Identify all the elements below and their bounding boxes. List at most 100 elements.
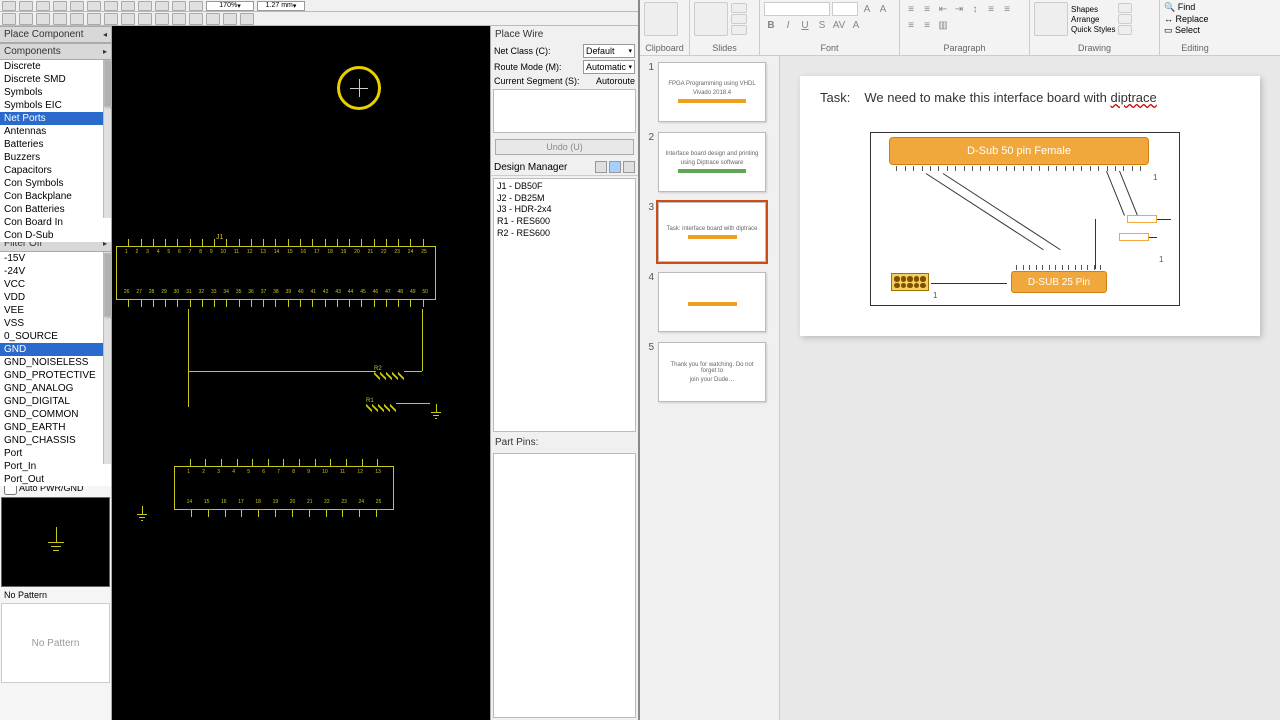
zoom-field[interactable]: 170%▾ bbox=[206, 1, 254, 11]
wire[interactable] bbox=[396, 403, 430, 404]
dm-item[interactable]: R2 - RES600 bbox=[497, 228, 632, 240]
part-item[interactable]: GND_CHASSIS bbox=[0, 434, 111, 447]
new-slide-button[interactable] bbox=[694, 2, 728, 36]
section-icon[interactable] bbox=[731, 25, 747, 35]
header-connector-shape[interactable] bbox=[891, 273, 929, 291]
dm-view-icon[interactable] bbox=[609, 161, 621, 173]
zoom-in-icon[interactable] bbox=[189, 1, 203, 11]
indent-dec-icon[interactable]: ⇤ bbox=[936, 2, 950, 16]
redo-icon[interactable] bbox=[155, 1, 169, 11]
tool-icon[interactable] bbox=[240, 13, 254, 25]
connector-j2[interactable]: 12345678910111213 1415161718192021222324… bbox=[174, 466, 394, 510]
numbering-icon[interactable]: ≡ bbox=[920, 2, 934, 16]
part-item[interactable]: VDD bbox=[0, 291, 111, 304]
bullets-icon[interactable]: ≡ bbox=[904, 2, 918, 16]
tool-icon[interactable] bbox=[87, 13, 101, 25]
dm-item[interactable]: J3 - HDR-2x4 bbox=[497, 204, 632, 216]
slide-thumbnail[interactable]: Interface board design and printingusing… bbox=[658, 132, 766, 192]
resistor-r2[interactable]: R2 bbox=[374, 366, 404, 380]
paste-button[interactable] bbox=[644, 2, 678, 36]
cut-icon[interactable] bbox=[87, 1, 101, 11]
category-item[interactable]: Con Symbols bbox=[0, 177, 111, 190]
tool-icon[interactable] bbox=[223, 13, 237, 25]
part-item[interactable]: Port_Out bbox=[0, 473, 111, 486]
paste-icon[interactable] bbox=[121, 1, 135, 11]
place-component-header[interactable]: Place Component◂ bbox=[0, 26, 111, 43]
slide-thumbnail[interactable]: FPGA Programming using VHDLVivado 2018.4 bbox=[658, 62, 766, 122]
part-item[interactable]: -24V bbox=[0, 265, 111, 278]
gnd-icon[interactable] bbox=[136, 506, 148, 524]
dm-item[interactable]: R1 - RES600 bbox=[497, 216, 632, 228]
category-item[interactable]: Net Ports bbox=[0, 112, 111, 125]
undo-icon[interactable] bbox=[138, 1, 152, 11]
grow-font-icon[interactable]: A bbox=[860, 2, 874, 16]
net-class-dropdown[interactable]: Default▾ bbox=[583, 44, 635, 58]
category-item[interactable]: Con Board In bbox=[0, 216, 111, 229]
replace-button[interactable]: ↔ Replace bbox=[1164, 14, 1209, 24]
part-item[interactable]: VCC bbox=[0, 278, 111, 291]
grid-field[interactable]: 1.27 mm▾ bbox=[257, 1, 305, 11]
line-spacing-icon[interactable]: ↕ bbox=[968, 2, 982, 16]
resistor-r1[interactable]: R1 bbox=[366, 398, 396, 412]
scrollbar[interactable] bbox=[103, 60, 111, 218]
select-button[interactable]: ▭ Select bbox=[1164, 25, 1200, 36]
dm-view-icon[interactable] bbox=[595, 161, 607, 173]
category-item[interactable]: Buzzers bbox=[0, 151, 111, 164]
new-icon[interactable] bbox=[2, 1, 16, 11]
connector-j1[interactable]: 1234567891011121314151617181920212223242… bbox=[116, 246, 436, 300]
shape-effects-icon[interactable] bbox=[1118, 25, 1132, 35]
shrink-font-icon[interactable]: A bbox=[876, 2, 890, 16]
components-category-list[interactable]: DiscreteDiscrete SMDSymbolsSymbols EICNe… bbox=[0, 60, 111, 242]
indent-inc-icon[interactable]: ⇥ bbox=[952, 2, 966, 16]
align-right-icon[interactable]: ≡ bbox=[904, 18, 918, 32]
category-item[interactable]: Capacitors bbox=[0, 164, 111, 177]
category-item[interactable]: Con Backplane bbox=[0, 190, 111, 203]
tool-icon[interactable] bbox=[70, 13, 84, 25]
wire[interactable] bbox=[188, 371, 376, 372]
columns-icon[interactable]: ▥ bbox=[936, 18, 950, 32]
shapes-button[interactable] bbox=[1034, 2, 1068, 36]
dm-view-icon[interactable] bbox=[623, 161, 635, 173]
italic-icon[interactable]: I bbox=[781, 18, 795, 32]
print-icon[interactable] bbox=[53, 1, 67, 11]
shadow-icon[interactable]: AV bbox=[832, 18, 846, 32]
tool-icon[interactable] bbox=[53, 13, 67, 25]
part-item[interactable]: GND_ANALOG bbox=[0, 382, 111, 395]
align-left-icon[interactable]: ≡ bbox=[984, 2, 998, 16]
shapes-label[interactable]: Shapes bbox=[1071, 5, 1115, 14]
tool-icon[interactable] bbox=[104, 13, 118, 25]
part-item[interactable]: VSS bbox=[0, 317, 111, 330]
scrollbar[interactable] bbox=[103, 252, 111, 464]
wire[interactable] bbox=[404, 371, 422, 372]
dm-item[interactable]: J2 - DB25M bbox=[497, 193, 632, 205]
dsub50-shape[interactable]: D-Sub 50 pin Female bbox=[889, 137, 1149, 165]
parts-list[interactable]: -15V-24VVCCVDDVEEVSS0_SOURCEGNDGND_NOISE… bbox=[0, 252, 111, 486]
slide-thumbnail[interactable]: Thank you for watching. Do not forget to… bbox=[658, 342, 766, 402]
tool-icon[interactable] bbox=[121, 13, 135, 25]
open-icon[interactable] bbox=[19, 1, 33, 11]
dsub25-shape[interactable]: D-SUB 25 Pin bbox=[1011, 271, 1107, 293]
category-item[interactable]: Symbols bbox=[0, 86, 111, 99]
category-item[interactable]: Con D-Sub bbox=[0, 229, 111, 242]
slide-thumbnails[interactable]: 1FPGA Programming using VHDLVivado 2018.… bbox=[640, 56, 780, 720]
font-color-icon[interactable]: A bbox=[849, 18, 863, 32]
slide-thumbnail[interactable]: Task: interface board with diptrace bbox=[658, 202, 766, 262]
category-item[interactable]: Antennas bbox=[0, 125, 111, 138]
slide-canvas[interactable]: Task:We need to make this interface boar… bbox=[800, 76, 1260, 336]
components-header[interactable]: Components▸ bbox=[0, 43, 111, 60]
part-item[interactable]: GND_COMMON bbox=[0, 408, 111, 421]
tool-icon[interactable] bbox=[189, 13, 203, 25]
align-center-icon[interactable]: ≡ bbox=[1000, 2, 1014, 16]
part-item[interactable]: GND_EARTH bbox=[0, 421, 111, 434]
tool-icon[interactable] bbox=[155, 13, 169, 25]
justify-icon[interactable]: ≡ bbox=[920, 18, 934, 32]
underline-icon[interactable]: U bbox=[798, 18, 812, 32]
font-name-field[interactable] bbox=[764, 2, 830, 16]
preview-icon[interactable] bbox=[70, 1, 84, 11]
part-item[interactable]: GND_DIGITAL bbox=[0, 395, 111, 408]
part-item[interactable]: Port_In bbox=[0, 460, 111, 473]
tool-icon[interactable] bbox=[172, 13, 186, 25]
part-item[interactable]: GND bbox=[0, 343, 111, 356]
arrange-label[interactable]: Arrange bbox=[1071, 15, 1115, 24]
bold-icon[interactable]: B bbox=[764, 18, 778, 32]
